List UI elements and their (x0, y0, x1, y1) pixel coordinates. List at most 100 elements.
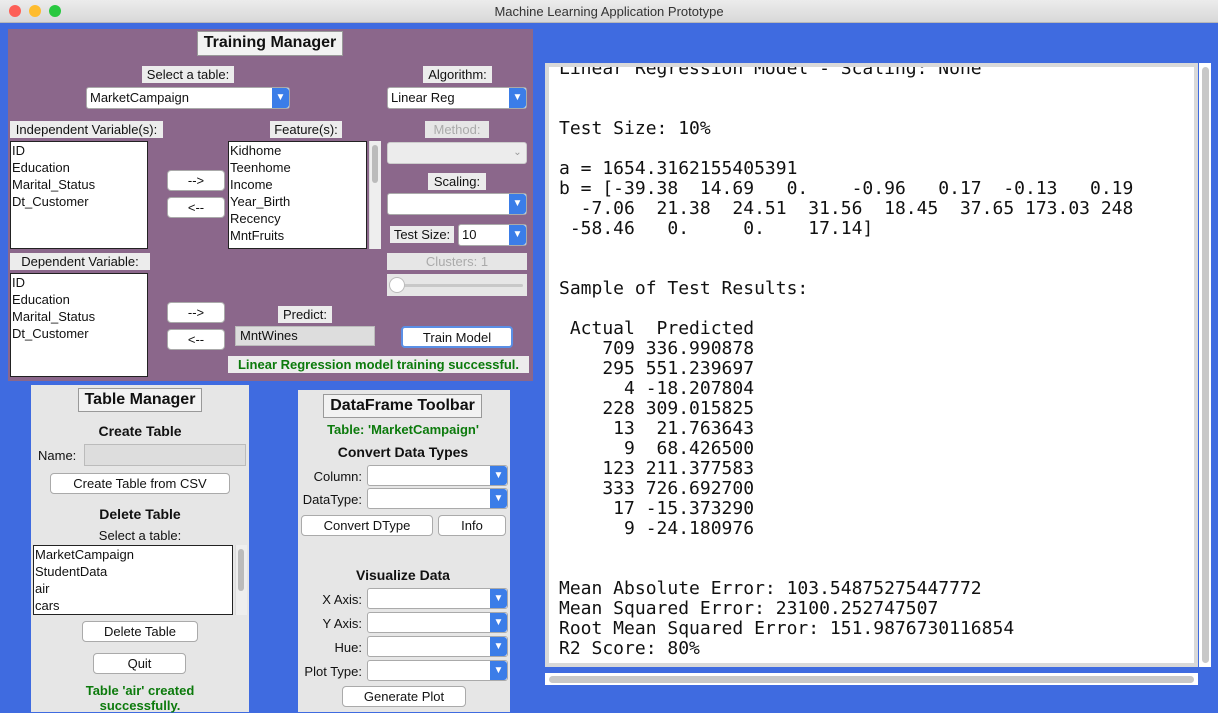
features-label: Feature(s): (270, 121, 342, 138)
list-item[interactable]: Recency (230, 210, 366, 227)
output-line: 709 336.990878 (559, 338, 755, 359)
scrollbar-thumb[interactable] (1202, 67, 1209, 663)
column-select[interactable]: ▼ (367, 465, 508, 486)
output-line: -7.06 21.38 24.51 31.56 18.45 37.65 173.… (559, 198, 1134, 219)
table-select[interactable]: MarketCampaign ▼ (86, 87, 290, 109)
list-item[interactable]: Year_Birth (230, 193, 366, 210)
output-line: 9 68.426500 (559, 438, 755, 459)
list-item[interactable]: air (35, 580, 232, 597)
scrollbar-thumb[interactable] (238, 549, 244, 591)
algorithm-select[interactable]: Linear Reg ▼ (387, 87, 527, 109)
add-dependent-button[interactable]: --> (167, 302, 225, 323)
chevron-down-icon: ▼ (490, 489, 507, 508)
output-line: Actual Predicted (559, 318, 755, 339)
scaling-select[interactable]: ▼ (387, 193, 527, 215)
list-item[interactable]: Teenhome (230, 159, 366, 176)
tables-scrollbar[interactable] (235, 545, 247, 615)
chevron-down-icon: ▼ (509, 194, 526, 214)
create-table-title: Create Table (98, 423, 182, 439)
table-name-field[interactable] (84, 444, 246, 466)
name-label: Name: (38, 448, 77, 463)
window-title: Machine Learning Application Prototype (494, 4, 724, 19)
create-table-from-csv-button[interactable]: Create Table from CSV (50, 473, 230, 494)
output-vertical-scrollbar[interactable] (1199, 63, 1211, 667)
dependent-variable-list[interactable]: ID Education Marital_Status Dt_Customer (10, 273, 148, 377)
list-item[interactable]: cars (35, 597, 232, 614)
output-line: 333 726.692700 (559, 478, 755, 499)
add-feature-button[interactable]: --> (167, 170, 225, 191)
dataframe-table-label: Table: 'MarketCampaign' (327, 422, 479, 437)
slider-handle[interactable] (389, 277, 405, 293)
training-manager-header: Training Manager (197, 31, 343, 56)
train-model-button[interactable]: Train Model (401, 326, 513, 348)
list-item[interactable]: Education (12, 159, 147, 176)
output-line: Linear Regression Model - Scaling: None (559, 63, 982, 79)
list-item[interactable]: MntFruits (230, 227, 366, 244)
list-item[interactable]: ID (12, 142, 147, 159)
dataframe-toolbar-header: DataFrame Toolbar (323, 394, 482, 418)
datatype-label: DataType: (302, 492, 362, 507)
algorithm-select-value: Linear Reg (391, 90, 455, 105)
table-select-value: MarketCampaign (90, 90, 189, 105)
slider-track (391, 284, 523, 287)
y-axis-label: Y Axis: (322, 616, 362, 631)
quit-button[interactable]: Quit (93, 653, 186, 674)
list-item[interactable]: Marital_Status (12, 308, 147, 325)
algorithm-label: Algorithm: (423, 66, 492, 83)
list-item[interactable]: Education (12, 291, 147, 308)
method-label: Method: (425, 121, 489, 138)
select-table-label-2: Select a table: (98, 528, 182, 543)
features-scrollbar[interactable] (369, 141, 381, 249)
chevron-down-icon: ▼ (509, 88, 526, 108)
convert-dtype-button[interactable]: Convert DType (301, 515, 433, 536)
list-item[interactable]: ID (12, 274, 147, 291)
independent-variables-list[interactable]: ID Education Marital_Status Dt_Customer (10, 141, 148, 249)
hue-label: Hue: (334, 640, 362, 655)
output-text-area[interactable]: Linear Regression Model - Scaling: None … (545, 63, 1198, 667)
list-item[interactable]: Dt_Customer (12, 193, 147, 210)
features-list[interactable]: Kidhome Teenhome Income Year_Birth Recen… (228, 141, 367, 249)
hue-select[interactable]: ▼ (367, 636, 508, 657)
output-line: Test Size: 10% (559, 118, 711, 139)
list-item[interactable]: Kidhome (230, 142, 366, 159)
column-label: Column: (313, 469, 362, 484)
output-line: 228 309.015825 (559, 398, 755, 419)
x-axis-select[interactable]: ▼ (367, 588, 508, 609)
list-item[interactable]: MarketCampaign (35, 546, 232, 563)
output-line: -58.46 0. 0. 17.14] (559, 218, 874, 239)
generate-plot-button[interactable]: Generate Plot (342, 686, 466, 707)
datatype-select[interactable]: ▼ (367, 488, 508, 509)
method-select[interactable]: ⌄ (387, 142, 527, 164)
scrollbar-thumb[interactable] (549, 676, 1194, 683)
list-item[interactable]: Income (230, 176, 366, 193)
remove-feature-button[interactable]: <-- (167, 197, 225, 218)
scrollbar-thumb[interactable] (372, 145, 378, 183)
remove-dependent-button[interactable]: <-- (167, 329, 225, 350)
y-axis-select[interactable]: ▼ (367, 612, 508, 633)
delete-table-button[interactable]: Delete Table (82, 621, 198, 642)
scaling-label: Scaling: (428, 173, 486, 190)
info-button[interactable]: Info (438, 515, 506, 536)
tables-list[interactable]: MarketCampaign StudentData air cars (33, 545, 233, 615)
predict-field[interactable]: MntWines (235, 326, 375, 346)
x-axis-label: X Axis: (322, 592, 362, 607)
dependent-variable-label: Dependent Variable: (10, 253, 150, 270)
output-line: 17 -15.373290 (559, 498, 755, 519)
clusters-slider[interactable] (387, 274, 527, 296)
plot-type-select[interactable]: ▼ (367, 660, 508, 681)
output-line: Mean Squared Error: 23100.252747507 (559, 598, 939, 619)
test-size-select[interactable]: 10 ▼ (458, 224, 527, 246)
output-horizontal-scrollbar[interactable] (545, 673, 1198, 685)
chevron-down-icon: ▼ (509, 225, 526, 245)
chevron-down-icon: ▼ (490, 613, 507, 632)
title-bar: Machine Learning Application Prototype (0, 0, 1218, 23)
list-item[interactable]: Dt_Customer (12, 325, 147, 342)
list-item[interactable]: Marital_Status (12, 176, 147, 193)
list-item[interactable]: StudentData (35, 563, 232, 580)
model-output-text: Linear Regression Model - Scaling: None … (559, 63, 1134, 659)
